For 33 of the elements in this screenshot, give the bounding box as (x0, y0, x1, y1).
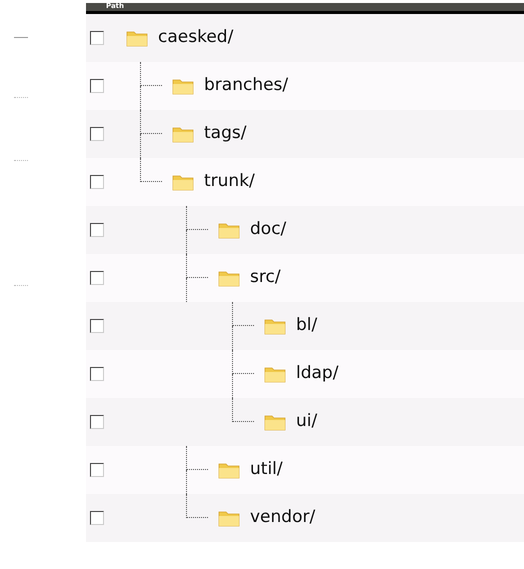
folder-icon (218, 269, 240, 287)
folder-name[interactable]: ldap/ (296, 361, 338, 387)
checkbox[interactable] (90, 31, 104, 45)
checkbox[interactable] (90, 223, 104, 237)
folder-icon (264, 413, 286, 431)
folder-icon (172, 77, 194, 95)
folder-name[interactable]: tags/ (204, 121, 246, 147)
folder-name[interactable]: vendor/ (250, 505, 316, 531)
checkbox[interactable] (90, 79, 104, 93)
folder-icon (264, 317, 286, 335)
checkbox[interactable] (90, 175, 104, 189)
folder-icon (264, 365, 286, 383)
folder-name[interactable]: caesked/ (158, 25, 234, 51)
checkbox[interactable] (90, 127, 104, 141)
checkbox[interactable] (90, 271, 104, 285)
folder-name[interactable]: bl/ (296, 313, 318, 339)
folder-name[interactable]: trunk/ (204, 169, 255, 195)
checkbox[interactable] (90, 367, 104, 381)
folder-icon (172, 173, 194, 191)
folder-icon (218, 221, 240, 239)
checkbox[interactable] (90, 463, 104, 477)
folder-name[interactable]: src/ (250, 265, 281, 291)
checkbox[interactable] (90, 511, 104, 525)
folder-icon (126, 29, 148, 47)
folder-icon (172, 125, 194, 143)
folder-name[interactable]: ui/ (296, 409, 318, 435)
folder-name[interactable]: branches/ (204, 73, 288, 99)
folder-icon (218, 509, 240, 527)
checkbox[interactable] (90, 319, 104, 333)
folder-name[interactable]: util/ (250, 457, 283, 483)
checkbox[interactable] (90, 415, 104, 429)
folder-icon (218, 461, 240, 479)
folder-name[interactable]: doc/ (250, 217, 286, 243)
